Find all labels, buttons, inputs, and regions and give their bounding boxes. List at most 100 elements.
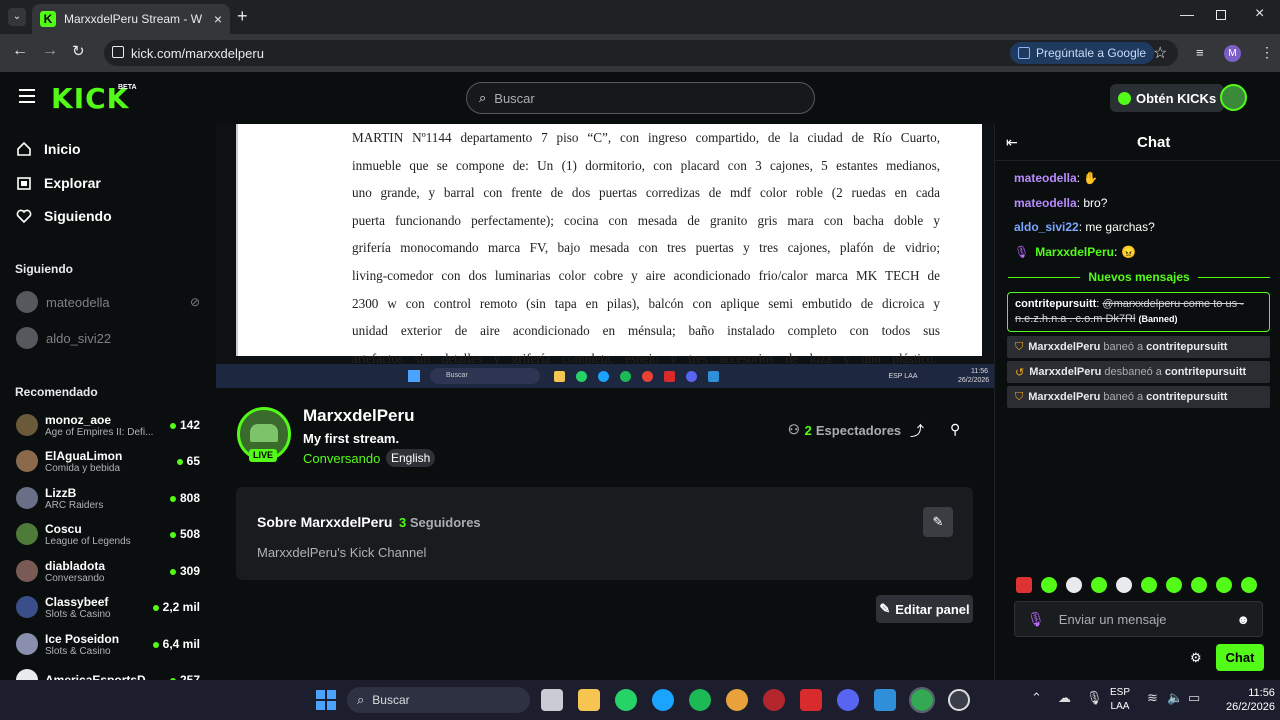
emote-icon[interactable] (1066, 577, 1082, 593)
emote-icon[interactable] (1116, 577, 1132, 593)
onedrive-cloud-icon[interactable]: ☁ (1058, 690, 1071, 706)
emote-icon[interactable] (1191, 577, 1207, 593)
game-icon[interactable] (763, 689, 785, 711)
viewer-count: 2,2 mil (152, 600, 200, 614)
chat-message[interactable]: mateodella: bro? (1014, 196, 1107, 210)
microphone-icon[interactable]: 🎙 (1086, 690, 1103, 706)
emote-icon[interactable] (1166, 577, 1182, 593)
emote-icon[interactable] (1141, 577, 1157, 593)
share-icon[interactable]: ⤴ (910, 421, 924, 441)
windows-start-icon[interactable] (316, 690, 336, 710)
highlighted-chat-message[interactable]: contritepursuitt: @marxxdelperu come to … (1007, 292, 1270, 332)
sidebar-recommended-item[interactable]: monoz_aoe Age of Empires II: Defi... 142 (16, 408, 200, 442)
bookmark-star-icon[interactable]: ☆ (1153, 43, 1167, 63)
following-section-title: Siguiendo (15, 262, 73, 276)
chat-settings-gear-icon[interactable]: ⚙ (1190, 650, 1202, 666)
avatar (16, 633, 38, 655)
document-text: MARTIN Nº1144 departamento 7 piso “C”, c… (352, 124, 940, 372)
task-view-icon[interactable] (541, 689, 563, 711)
emote-icon[interactable] (1016, 577, 1032, 593)
chat-username[interactable]: mateodella (1014, 196, 1077, 210)
minimize-icon[interactable]: — (1180, 6, 1194, 22)
sidebar-following-item[interactable]: mateodella ⊘ (16, 291, 200, 313)
new-messages-divider[interactable]: Nuevos mensajes (1008, 270, 1271, 284)
chat-username[interactable]: aldo_sivi22 (1014, 220, 1079, 234)
emote-icon[interactable] (1041, 577, 1057, 593)
obs-icon[interactable] (948, 689, 970, 711)
emoji-picker-icon[interactable]: ☻ (1236, 612, 1250, 627)
sidebar-item-inicio[interactable]: Inicio (16, 141, 81, 157)
site-info-icon[interactable] (112, 46, 124, 58)
video-player[interactable]: MARTIN Nº1144 departamento 7 piso “C”, c… (216, 124, 994, 388)
reload-icon[interactable]: ↻ (72, 42, 85, 60)
spotify-icon[interactable] (689, 689, 711, 711)
chrome-icon[interactable] (909, 687, 935, 713)
emote-icon[interactable] (1216, 577, 1232, 593)
stream-category[interactable]: Conversando (303, 451, 380, 466)
sidebar-recommended-item[interactable]: Classybeef Slots & Casino 2,2 mil (16, 590, 200, 624)
close-window-icon[interactable]: × (1255, 5, 1264, 23)
chat-username[interactable]: contritepursuitt (1015, 298, 1096, 310)
channel-name[interactable]: MarxxdelPeru (303, 406, 415, 426)
file-explorer-icon[interactable] (578, 689, 600, 711)
sidebar-item-siguiendo[interactable]: Siguiendo (16, 208, 112, 224)
sidebar-recommended-item[interactable]: ElAguaLimon Comida y bebida 65 (16, 444, 200, 478)
new-tab-icon[interactable]: + (237, 6, 248, 27)
discord-icon[interactable] (837, 689, 859, 711)
sidebar-item-explorar[interactable]: Explorar (16, 175, 101, 191)
sidebar-recommended-item[interactable]: Ice Poseidon Slots & Casino 6,4 mil (16, 627, 200, 661)
stream-tag[interactable]: English (386, 449, 436, 467)
close-tab-icon[interactable]: × (214, 11, 222, 27)
collapse-chat-icon[interactable]: ⇤ (1006, 134, 1018, 151)
tab-search-icon[interactable]: ⌄ (8, 8, 26, 26)
emote-icon[interactable] (1091, 577, 1107, 593)
emote-icon[interactable] (1241, 577, 1257, 593)
emote-quick-bar (1016, 576, 1264, 594)
menu-icon[interactable] (19, 89, 35, 103)
chat-message[interactable]: mateodella: ✋ (1014, 171, 1098, 185)
search-input[interactable]: ⌕ Buscar (466, 82, 815, 114)
edge-icon[interactable] (652, 689, 674, 711)
channel-name: LizzB (45, 485, 77, 500)
whatsapp-icon[interactable] (615, 689, 637, 711)
chat-username[interactable]: MarxxdelPeru (1035, 245, 1114, 259)
acrobat-icon[interactable] (800, 689, 822, 711)
viewer-count: ⚇ 2 Espectadores (788, 422, 901, 438)
user-avatar[interactable] (1220, 84, 1247, 111)
follow-user-icon[interactable]: ⚲ (950, 421, 960, 438)
browser-tab[interactable]: K MarxxdelPeru Stream - Watch L × (32, 4, 230, 34)
tab-title: MarxxdelPeru Stream - Watch L (64, 12, 202, 26)
search-icon: ⌕ (357, 692, 365, 707)
forward-icon[interactable]: → (42, 42, 58, 60)
browser-menu-icon[interactable]: ⋮ (1260, 44, 1274, 61)
taskbar-clock[interactable]: 11:56 26/2/2026 (1226, 686, 1275, 714)
edit-panel-button[interactable]: ✎ Editar panel (876, 595, 973, 623)
sidebar-recommended-item[interactable]: LizzB ARC Raiders 808 (16, 481, 200, 515)
sidebar-following-item[interactable]: aldo_sivi22 (16, 327, 200, 349)
photos-icon[interactable] (874, 689, 896, 711)
sidebar-recommended-item[interactable]: diabladota Conversando 309 (16, 554, 200, 588)
sidebar-recommended-item[interactable]: Coscu League of Legends 508 (16, 517, 200, 551)
wifi-icon[interactable]: ≋ (1147, 690, 1158, 706)
get-kicks-button[interactable]: Obtén KICKs (1110, 84, 1225, 112)
battery-icon[interactable]: ▭ (1188, 690, 1200, 706)
back-icon[interactable]: ← (12, 42, 28, 60)
chrome-canary-icon[interactable] (726, 689, 748, 711)
reading-list-icon[interactable]: ≡ (1196, 45, 1204, 60)
chat-message[interactable]: aldo_sivi22: me garchas? (1014, 220, 1155, 234)
send-chat-button[interactable]: Chat (1216, 644, 1264, 671)
mod-action-row: ↺ MarxxdelPeru desbaneó a contritepursuitt (1007, 361, 1270, 383)
input-language[interactable]: ESP LAA (1110, 686, 1130, 714)
url-text[interactable]: kick.com/marxxdelperu (131, 46, 264, 61)
show-hidden-icons[interactable]: ⌃ (1031, 690, 1042, 706)
follower-label: Seguidores (409, 515, 481, 530)
maximize-icon[interactable] (1216, 10, 1226, 20)
chat-message[interactable]: 🎙 MarxxdelPeru: 😠 (1014, 245, 1136, 259)
volume-icon[interactable]: 🔈 (1167, 690, 1183, 706)
chat-username[interactable]: mateodella (1014, 171, 1077, 185)
profile-avatar[interactable]: M (1224, 45, 1241, 62)
chat-message-input[interactable]: 🎙 Enviar un mensaje ☻ (1014, 601, 1263, 637)
taskbar-search[interactable]: ⌕ Buscar (347, 687, 530, 713)
ask-google-button[interactable]: Pregúntale a Google (1010, 42, 1155, 64)
edit-about-button[interactable]: ✎ (923, 507, 953, 537)
